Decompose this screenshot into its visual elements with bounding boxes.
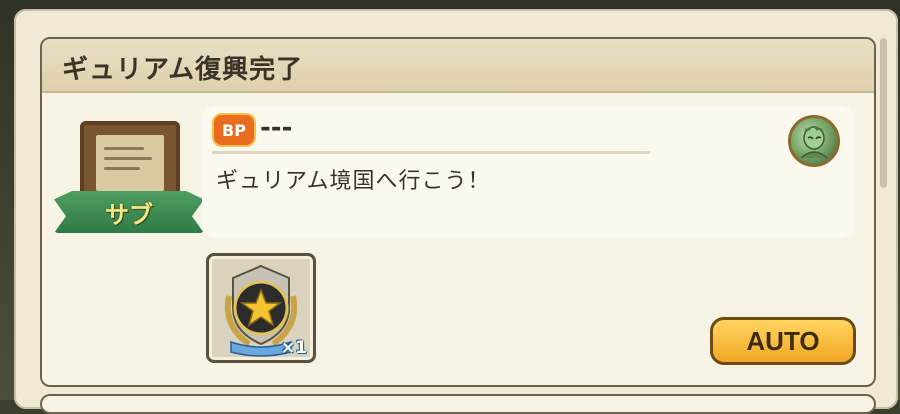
- divider: [212, 151, 650, 154]
- board-paper: [96, 135, 164, 191]
- npc-character-icon: [788, 115, 840, 167]
- npc-face-icon: [800, 126, 828, 159]
- quest-card-header: ギュリアム復興完了: [42, 39, 874, 93]
- paper-line: [104, 167, 140, 170]
- sub-quest-badge: サブ: [54, 121, 214, 271]
- quest-card[interactable]: ギュリアム復興完了 サブ BP --- ギュリアム境国へ行こう！ ×1 AUTO: [40, 37, 876, 387]
- paper-line: [104, 157, 152, 160]
- quest-info-box: BP --- ギュリアム境国へ行こう！: [202, 105, 854, 239]
- scrollbar[interactable]: [880, 38, 887, 188]
- reward-item-slot[interactable]: ×1: [206, 253, 316, 363]
- bp-value: ---: [260, 113, 293, 143]
- bp-icon: BP: [212, 113, 256, 147]
- reward-quantity: ×1: [280, 338, 307, 358]
- category-label: サブ: [105, 201, 153, 229]
- next-quest-card[interactable]: [40, 394, 876, 414]
- quest-description: ギュリアム境国へ行こう！: [216, 169, 491, 194]
- auto-button-label: AUTO: [746, 325, 820, 356]
- paper-line: [104, 147, 144, 150]
- quest-title: ギュリアム復興完了: [62, 55, 304, 85]
- auto-button[interactable]: AUTO: [710, 317, 856, 365]
- bp-icon-label: BP: [222, 120, 246, 140]
